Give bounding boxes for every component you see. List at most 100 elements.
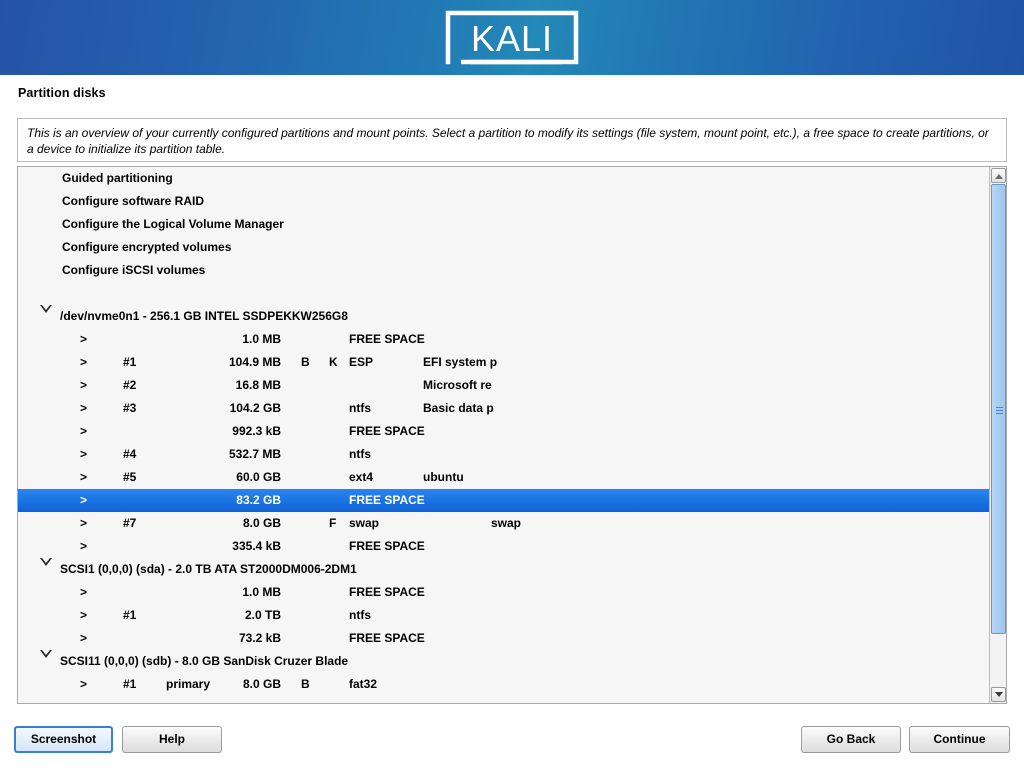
filesystem: ntfs: [349, 401, 371, 415]
partition-size: 1.0 MB: [242, 585, 281, 599]
disk-label: /dev/nvme0n1 - 256.1 GB INTEL SSDPEKKW25…: [60, 309, 348, 323]
list-item-partition[interactable]: >73.2 kB FREE SPACE: [18, 627, 989, 650]
expand-marker: >: [80, 493, 88, 507]
installer-banner: KALI: [0, 0, 1024, 75]
partition-number: #4: [123, 447, 137, 461]
disk-label: SCSI11 (0,0,0) (sdb) - 8.0 GB SanDisk Cr…: [60, 654, 349, 668]
triangle-down-icon[interactable]: [40, 558, 54, 581]
partition-size: 8.0 GB: [242, 677, 281, 691]
list-item-partition[interactable]: >1.0 MB FREE SPACE: [18, 581, 989, 604]
description-text: This is an overview of your currently co…: [27, 126, 989, 156]
list-item-disk[interactable]: SCSI1 (0,0,0) (sda) - 2.0 TB ATA ST2000D…: [18, 558, 989, 581]
list-item-menu[interactable]: Configure iSCSI volumes: [18, 259, 989, 282]
list-item-partition[interactable]: >992.3 kB FREE SPACE: [18, 420, 989, 443]
partition-size: 992.3 kB: [232, 424, 281, 438]
expand-marker: >: [80, 378, 88, 392]
list-item-menu[interactable]: Guided partitioning: [18, 167, 989, 190]
partition-size: 16.8 MB: [235, 378, 281, 392]
filesystem: ESP: [349, 355, 374, 369]
triangle-down-icon[interactable]: [40, 305, 54, 328]
partition-size: 104.9 MB: [228, 355, 281, 369]
scroll-down-arrow: [995, 692, 1003, 697]
list-item-partition[interactable]: > #2 16.8 MB Microsoft re: [18, 374, 989, 397]
list-item-partition[interactable]: > #5 60.0 GB ext4 ubuntu: [18, 466, 989, 489]
partition-number: #1: [123, 608, 137, 622]
list-item-disk[interactable]: SCSI11 (0,0,0) (sdb) - 8.0 GB SanDisk Cr…: [18, 650, 989, 673]
list-item-partition[interactable]: >1.0 MB FREE SPACE: [18, 328, 989, 351]
list-item-partition[interactable]: > #7 8.0 GB Fswap swap: [18, 512, 989, 535]
expand-marker: >: [80, 470, 88, 484]
filesystem: ntfs: [349, 447, 371, 461]
partition-number: #1: [123, 677, 137, 691]
partition-label: EFI system p: [423, 355, 498, 369]
partition-size: 8.0 GB: [242, 516, 281, 530]
list-item-partition[interactable]: > #1 104.9 MB B K ESP EFI system p: [18, 351, 989, 374]
expand-marker: >: [80, 631, 88, 645]
mount-point: swap: [491, 516, 522, 530]
menu-item-label: Configure iSCSI volumes: [62, 263, 206, 277]
expand-marker: >: [80, 608, 88, 622]
scrollbar-grip: [996, 407, 1003, 414]
help-button[interactable]: Help: [122, 726, 222, 753]
scrollbar-track[interactable]: [991, 184, 1006, 686]
list-item-disk[interactable]: /dev/nvme0n1 - 256.1 GB INTEL SSDPEKKW25…: [18, 305, 989, 328]
partition-label: ubuntu: [423, 470, 464, 484]
partition-label: Basic data p: [423, 401, 494, 415]
flag-boot: B: [301, 355, 310, 369]
list-item-menu[interactable]: Configure encrypted volumes: [18, 236, 989, 259]
filesystem: FREE SPACE: [349, 631, 425, 645]
filesystem: ext4: [349, 470, 374, 484]
flag-format: F: [329, 516, 337, 530]
list-item-partition[interactable]: >335.4 kB FREE SPACE: [18, 535, 989, 558]
partition-label: Microsoft re: [423, 378, 492, 392]
partition-size: 83.2 GB: [236, 493, 281, 507]
go-back-button[interactable]: Go Back: [801, 726, 901, 753]
expand-marker: >: [80, 447, 88, 461]
screenshot-button[interactable]: Screenshot: [14, 726, 113, 753]
chevron-up-icon[interactable]: [991, 168, 1006, 183]
filesystem: fat32: [349, 677, 378, 691]
scrollbar-thumb[interactable]: [991, 184, 1006, 634]
partition-size: 2.0 TB: [244, 608, 281, 622]
kali-logo: KALI: [445, 10, 579, 65]
list-item-partition[interactable]: > #1 primary 8.0 GB Bfat32: [18, 673, 989, 696]
partition-list[interactable]: Guided partitioning Configure software RA…: [18, 167, 989, 703]
filesystem: FREE SPACE: [349, 539, 425, 553]
list-item-partition[interactable]: > #1 2.0 TB ntfs: [18, 604, 989, 627]
flag-k: K: [329, 355, 338, 369]
list-item-partition[interactable]: > #4 532.7 MB ntfs: [18, 443, 989, 466]
filesystem: FREE SPACE: [349, 493, 425, 507]
list-item-menu[interactable]: Configure the Logical Volume Manager: [18, 213, 989, 236]
triangle-down-icon[interactable]: [40, 650, 54, 673]
partition-number: #1: [123, 355, 137, 369]
partition-list-panel[interactable]: Guided partitioning Configure software RA…: [17, 166, 1007, 704]
expand-marker: >: [80, 401, 88, 415]
expand-marker: >: [80, 355, 88, 369]
disk-label: SCSI1 (0,0,0) (sda) - 2.0 TB ATA ST2000D…: [60, 562, 357, 576]
filesystem: FREE SPACE: [349, 424, 425, 438]
partition-number: #3: [123, 401, 137, 415]
menu-item-label: Configure the Logical Volume Manager: [62, 217, 284, 231]
page-title: Partition disks: [18, 86, 106, 100]
list-item-partition[interactable]: > #3 104.2 GB ntfs Basic data p: [18, 397, 989, 420]
partition-number: #2: [123, 378, 137, 392]
list-item-menu[interactable]: Configure software RAID: [18, 190, 989, 213]
continue-button[interactable]: Continue: [909, 726, 1010, 753]
partition-size: 532.7 MB: [228, 447, 281, 461]
menu-item-label: Configure software RAID: [62, 194, 205, 208]
menu-item-label: Configure encrypted volumes: [62, 240, 232, 254]
list-item-partition[interactable]: >83.2 GB FREE SPACE: [18, 489, 989, 512]
vertical-scrollbar[interactable]: [989, 167, 1006, 703]
description-panel: This is an overview of your currently co…: [17, 118, 1007, 162]
menu-item-label: Guided partitioning: [62, 171, 173, 185]
filesystem: FREE SPACE: [349, 332, 425, 346]
partition-size: 1.0 MB: [242, 332, 281, 346]
scroll-up-arrow: [995, 174, 1003, 179]
chevron-down-icon[interactable]: [991, 687, 1006, 702]
expand-marker: >: [80, 516, 88, 530]
partition-number: #5: [123, 470, 137, 484]
svg-text:KALI: KALI: [471, 18, 553, 59]
partition-number: #7: [123, 516, 137, 530]
expand-marker: >: [80, 539, 88, 553]
